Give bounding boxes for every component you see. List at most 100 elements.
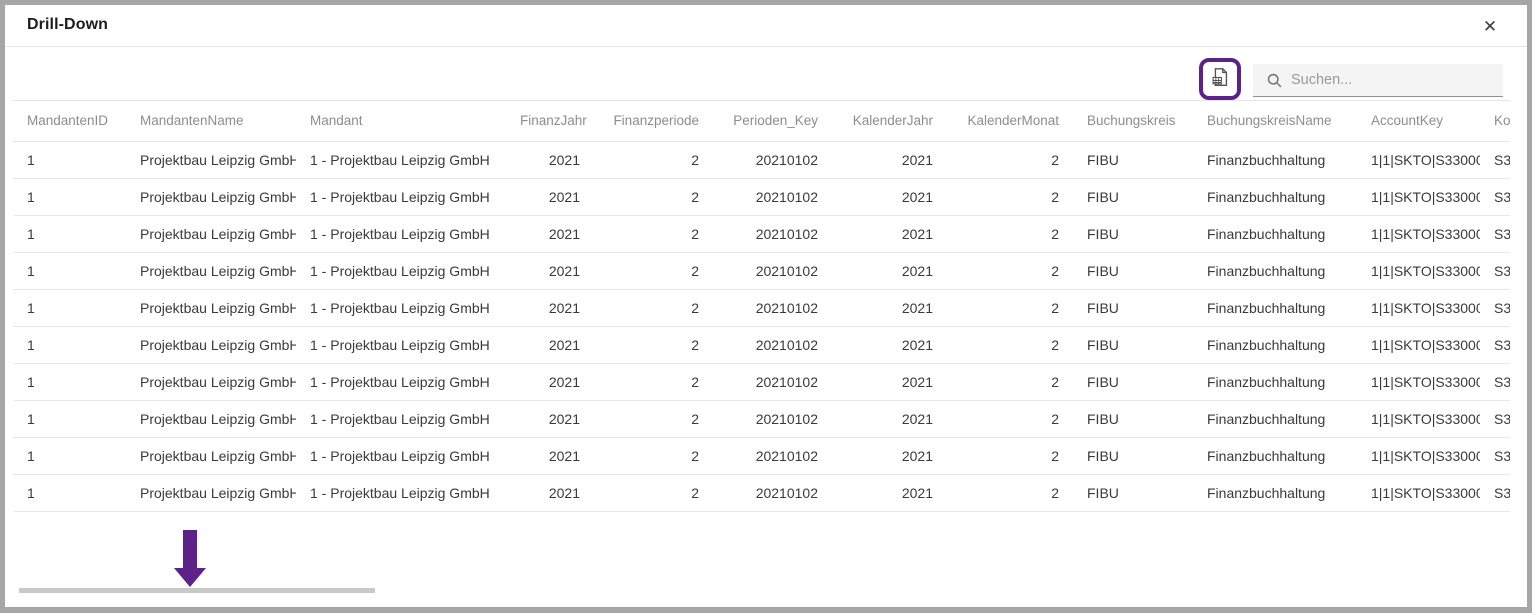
table-cell: 2 <box>594 326 713 363</box>
table-cell: 1 - Projektbau Leipzig GmbH <box>296 178 506 215</box>
table-cell: S33000 <box>1480 289 1510 326</box>
table-cell: FIBU <box>1073 141 1193 178</box>
close-icon[interactable]: ✕ <box>1477 14 1503 40</box>
down-arrow-annotation <box>173 530 213 586</box>
table-cell: 2 <box>947 215 1073 252</box>
table-cell: Finanzbuchhaltung <box>1193 289 1357 326</box>
column-header[interactable]: Mandant <box>296 101 506 141</box>
column-header[interactable]: MandantenID <box>13 101 126 141</box>
data-grid[interactable]: MandantenIDMandantenNameMandantFinanzJah… <box>13 100 1510 516</box>
table-cell: Projektbau Leipzig GmbH <box>126 252 296 289</box>
table-cell: 1 <box>13 252 126 289</box>
table-cell: 2 <box>947 178 1073 215</box>
table-cell: 1 - Projektbau Leipzig GmbH <box>296 437 506 474</box>
excel-export-button[interactable] <box>1199 58 1241 100</box>
table-cell: S33000 <box>1480 252 1510 289</box>
table-cell: Projektbau Leipzig GmbH <box>126 215 296 252</box>
column-header[interactable]: KalenderJahr <box>832 101 947 141</box>
excel-export-file-icon <box>1209 66 1231 93</box>
table-cell: Projektbau Leipzig GmbH <box>126 474 296 511</box>
table-cell: 2 <box>594 141 713 178</box>
table-cell: 1|1|SKTO|S33000 <box>1357 363 1480 400</box>
table-cell: 2021 <box>506 400 594 437</box>
table-cell: 1|1|SKTO|S33000 <box>1357 178 1480 215</box>
table-cell: 20210102 <box>713 289 832 326</box>
table-cell: 20210102 <box>713 215 832 252</box>
toolbar <box>5 47 1527 100</box>
table-header: MandantenIDMandantenNameMandantFinanzJah… <box>13 101 1510 141</box>
table-cell: FIBU <box>1073 215 1193 252</box>
table-cell: 1|1|SKTO|S33000 <box>1357 215 1480 252</box>
table-cell: 2 <box>594 289 713 326</box>
table-cell: 2021 <box>506 141 594 178</box>
table-cell: Finanzbuchhaltung <box>1193 252 1357 289</box>
table-cell: FIBU <box>1073 363 1193 400</box>
table-cell: 2 <box>947 400 1073 437</box>
table-cell: S33000 <box>1480 326 1510 363</box>
table-cell: 2021 <box>832 474 947 511</box>
table-cell: 2021 <box>506 215 594 252</box>
table-cell: Projektbau Leipzig GmbH <box>126 141 296 178</box>
table-cell: 2021 <box>832 141 947 178</box>
column-header[interactable]: Buchungskreis <box>1073 101 1193 141</box>
table-cell: 2021 <box>506 289 594 326</box>
search-field <box>1253 64 1503 97</box>
column-header[interactable]: AccountKey <box>1357 101 1480 141</box>
table-cell: 2 <box>947 326 1073 363</box>
table-cell: Finanzbuchhaltung <box>1193 141 1357 178</box>
table-body: 1Projektbau Leipzig GmbH1 - Projektbau L… <box>13 141 1510 511</box>
table-cell: 1 <box>13 363 126 400</box>
table-row: 1Projektbau Leipzig GmbH1 - Projektbau L… <box>13 289 1510 326</box>
table-cell: 20210102 <box>713 178 832 215</box>
arrow-head <box>174 568 206 587</box>
table-cell: 2 <box>594 474 713 511</box>
table-cell: 2 <box>947 363 1073 400</box>
table-cell: S33000 <box>1480 437 1510 474</box>
table-cell: 2 <box>947 474 1073 511</box>
table-cell: FIBU <box>1073 178 1193 215</box>
table-cell: S33000 <box>1480 474 1510 511</box>
table-cell: 2021 <box>832 400 947 437</box>
column-header[interactable]: Perioden_Key <box>713 101 832 141</box>
table-cell: 2 <box>594 252 713 289</box>
table-cell: 2 <box>594 437 713 474</box>
column-header[interactable]: Finanzperiode <box>594 101 713 141</box>
table-cell: 2021 <box>506 252 594 289</box>
table-cell: S33000 <box>1480 363 1510 400</box>
column-header[interactable]: BuchungskreisName <box>1193 101 1357 141</box>
table-cell: 1|1|SKTO|S33000 <box>1357 437 1480 474</box>
dialog-titlebar: Drill-Down ✕ <box>5 5 1527 47</box>
column-header[interactable]: Konto <box>1480 101 1510 141</box>
table-cell: 2021 <box>832 252 947 289</box>
column-header[interactable]: MandantenName <box>126 101 296 141</box>
table-cell: 1 - Projektbau Leipzig GmbH <box>296 400 506 437</box>
table-cell: 2021 <box>506 363 594 400</box>
table-cell: 2021 <box>832 178 947 215</box>
table-cell: S33000 <box>1480 178 1510 215</box>
table-cell: Finanzbuchhaltung <box>1193 474 1357 511</box>
table-cell: FIBU <box>1073 289 1193 326</box>
table-cell: 2 <box>594 215 713 252</box>
table-cell: 1 - Projektbau Leipzig GmbH <box>296 363 506 400</box>
table-cell: 1|1|SKTO|S33000 <box>1357 252 1480 289</box>
table-row: 1Projektbau Leipzig GmbH1 - Projektbau L… <box>13 326 1510 363</box>
table-cell: 1 <box>13 215 126 252</box>
table-row: 1Projektbau Leipzig GmbH1 - Projektbau L… <box>13 363 1510 400</box>
table-cell: S33000 <box>1480 400 1510 437</box>
horizontal-scrollbar-thumb[interactable] <box>19 588 375 593</box>
table-cell: 1 <box>13 326 126 363</box>
table-cell: 2021 <box>506 178 594 215</box>
column-header[interactable]: FinanzJahr <box>506 101 594 141</box>
table-cell: 2021 <box>832 289 947 326</box>
column-header[interactable]: KalenderMonat <box>947 101 1073 141</box>
table-cell: 2 <box>947 141 1073 178</box>
search-input[interactable] <box>1253 64 1503 96</box>
table-cell: 1|1|SKTO|S33000 <box>1357 400 1480 437</box>
table-cell: 2 <box>594 363 713 400</box>
table-cell: 1 <box>13 400 126 437</box>
table-cell: Finanzbuchhaltung <box>1193 363 1357 400</box>
table-cell: S33000 <box>1480 215 1510 252</box>
table-cell: 20210102 <box>713 437 832 474</box>
table-row: 1Projektbau Leipzig GmbH1 - Projektbau L… <box>13 141 1510 178</box>
table-cell: 2 <box>594 178 713 215</box>
